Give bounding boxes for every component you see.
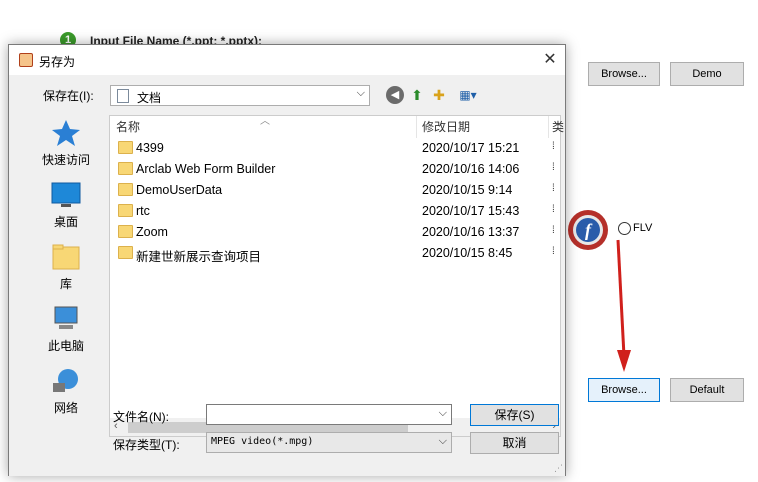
app-icon xyxy=(19,53,33,67)
resize-grip-icon[interactable]: ⋰ xyxy=(554,463,563,474)
place-label: 桌面 xyxy=(53,215,78,229)
flv-radio-label: FLV xyxy=(633,222,653,234)
folder-icon xyxy=(118,246,133,259)
demo-button[interactable]: Demo xyxy=(670,62,744,86)
file-name: rtc xyxy=(136,204,150,218)
file-type-cell: ⁞ xyxy=(552,141,555,152)
column-header-name[interactable]: 名称 xyxy=(116,116,140,138)
filetype-value: MPEG video(*.mpg) xyxy=(211,436,314,447)
chevron-down-icon[interactable]: ⌵ xyxy=(439,435,447,448)
dialog-title: 另存为 xyxy=(39,55,76,69)
view-menu-icon[interactable]: ▦▾ xyxy=(455,86,481,104)
red-arrow-annotation xyxy=(616,239,631,372)
column-separator[interactable] xyxy=(548,116,549,138)
file-date: 2020/10/16 13:37 xyxy=(422,225,520,239)
dialog-body: 保存在(I): 文档 ⌵ ◀ ⬆ ✚ ▦▾ 快速访问 桌面 库 此电脑 网络 名… xyxy=(9,75,565,476)
column-header-modified[interactable]: 修改日期 xyxy=(422,116,470,138)
file-list[interactable]: 名称 ︿ 修改日期 类 4399 2020/10/17 15:21 ⁞ Arcl… xyxy=(109,115,564,437)
place-quick-access[interactable]: 快速访问 xyxy=(21,119,111,168)
file-date: 2020/10/17 15:21 xyxy=(422,141,520,155)
cancel-button[interactable]: 取消 xyxy=(470,432,559,454)
file-name: 新建世新展示查询项目 xyxy=(136,250,262,264)
filename-input[interactable]: ⌵ xyxy=(206,404,452,425)
file-name: Arclab Web Form Builder xyxy=(136,162,276,176)
file-date: 2020/10/15 8:45 xyxy=(422,246,513,260)
file-date: 2020/10/16 14:06 xyxy=(422,162,520,176)
list-item[interactable]: DemoUserData 2020/10/15 9:14 ⁞ xyxy=(110,180,560,201)
library-icon xyxy=(52,244,80,270)
browse-output-button[interactable]: Browse... xyxy=(588,378,660,402)
file-type-cell: ⁞ xyxy=(552,183,555,194)
chevron-down-icon[interactable]: ⌵ xyxy=(357,87,365,100)
file-date: 2020/10/15 9:14 xyxy=(422,183,513,197)
folder-icon xyxy=(118,225,133,238)
list-item[interactable]: rtc 2020/10/17 15:43 ⁞ xyxy=(110,201,560,222)
file-name: 4399 xyxy=(136,141,164,155)
place-label: 网络 xyxy=(53,401,78,415)
chevron-down-icon[interactable]: ⌵ xyxy=(439,407,447,420)
flv-radio[interactable] xyxy=(618,222,631,235)
folder-icon xyxy=(118,162,133,175)
up-folder-icon[interactable]: ⬆ xyxy=(408,86,426,104)
filename-label: 文件名(N): xyxy=(113,410,169,424)
new-folder-icon[interactable]: ✚ xyxy=(430,86,448,104)
close-button[interactable]: ✕ xyxy=(535,45,565,75)
save-as-dialog: 另存为 ✕ 保存在(I): 文档 ⌵ ◀ ⬆ ✚ ▦▾ 快速访问 桌面 库 此电… xyxy=(8,44,566,476)
list-item[interactable]: Arclab Web Form Builder 2020/10/16 14:06… xyxy=(110,159,560,180)
default-button[interactable]: Default xyxy=(670,378,744,402)
save-in-combo[interactable]: 文档 ⌵ xyxy=(110,85,370,106)
place-this-pc[interactable]: 此电脑 xyxy=(21,305,111,354)
column-header-type[interactable]: 类 xyxy=(552,116,564,138)
place-label: 库 xyxy=(59,277,72,291)
file-type-cell: ⁞ xyxy=(552,246,555,257)
desktop-icon xyxy=(51,182,81,207)
file-type-cell: ⁞ xyxy=(552,225,555,236)
file-name: DemoUserData xyxy=(136,183,223,197)
folder-icon xyxy=(118,204,133,217)
save-in-label: 保存在(I): xyxy=(43,89,94,103)
save-in-value: 文档 xyxy=(137,91,162,105)
place-library[interactable]: 库 xyxy=(21,243,111,292)
list-item[interactable]: 4399 2020/10/17 15:21 ⁞ xyxy=(110,138,560,159)
place-network[interactable]: 网络 xyxy=(21,367,111,416)
place-label: 快速访问 xyxy=(41,153,90,167)
computer-icon xyxy=(54,306,78,329)
star-icon xyxy=(52,120,80,146)
file-name: Zoom xyxy=(136,225,168,239)
file-type-cell: ⁞ xyxy=(552,162,555,173)
back-icon[interactable]: ◀ xyxy=(386,86,404,104)
folder-icon xyxy=(118,141,133,154)
documents-icon xyxy=(117,89,129,103)
file-date: 2020/10/17 15:43 xyxy=(422,204,520,218)
places-bar: 快速访问 桌面 库 此电脑 网络 xyxy=(21,115,111,465)
browse-input-button[interactable]: Browse... xyxy=(588,62,660,86)
filetype-select[interactable]: MPEG video(*.mpg) ⌵ xyxy=(206,432,452,453)
folder-icon xyxy=(118,183,133,196)
list-item[interactable]: Zoom 2020/10/16 13:37 ⁞ xyxy=(110,222,560,243)
file-type-cell: ⁞ xyxy=(552,204,555,215)
place-label: 此电脑 xyxy=(47,339,84,353)
save-button[interactable]: 保存(S) xyxy=(470,404,559,426)
filetype-label: 保存类型(T): xyxy=(113,438,180,452)
network-icon xyxy=(53,369,78,392)
place-desktop[interactable]: 桌面 xyxy=(21,181,111,230)
list-item[interactable]: 新建世新展示查询项目 2020/10/15 8:45 ⁞ xyxy=(110,243,560,264)
column-separator[interactable] xyxy=(416,116,417,138)
sort-ascending-icon: ︿ xyxy=(260,116,270,127)
dialog-title-bar[interactable]: 另存为 ✕ xyxy=(9,45,565,75)
